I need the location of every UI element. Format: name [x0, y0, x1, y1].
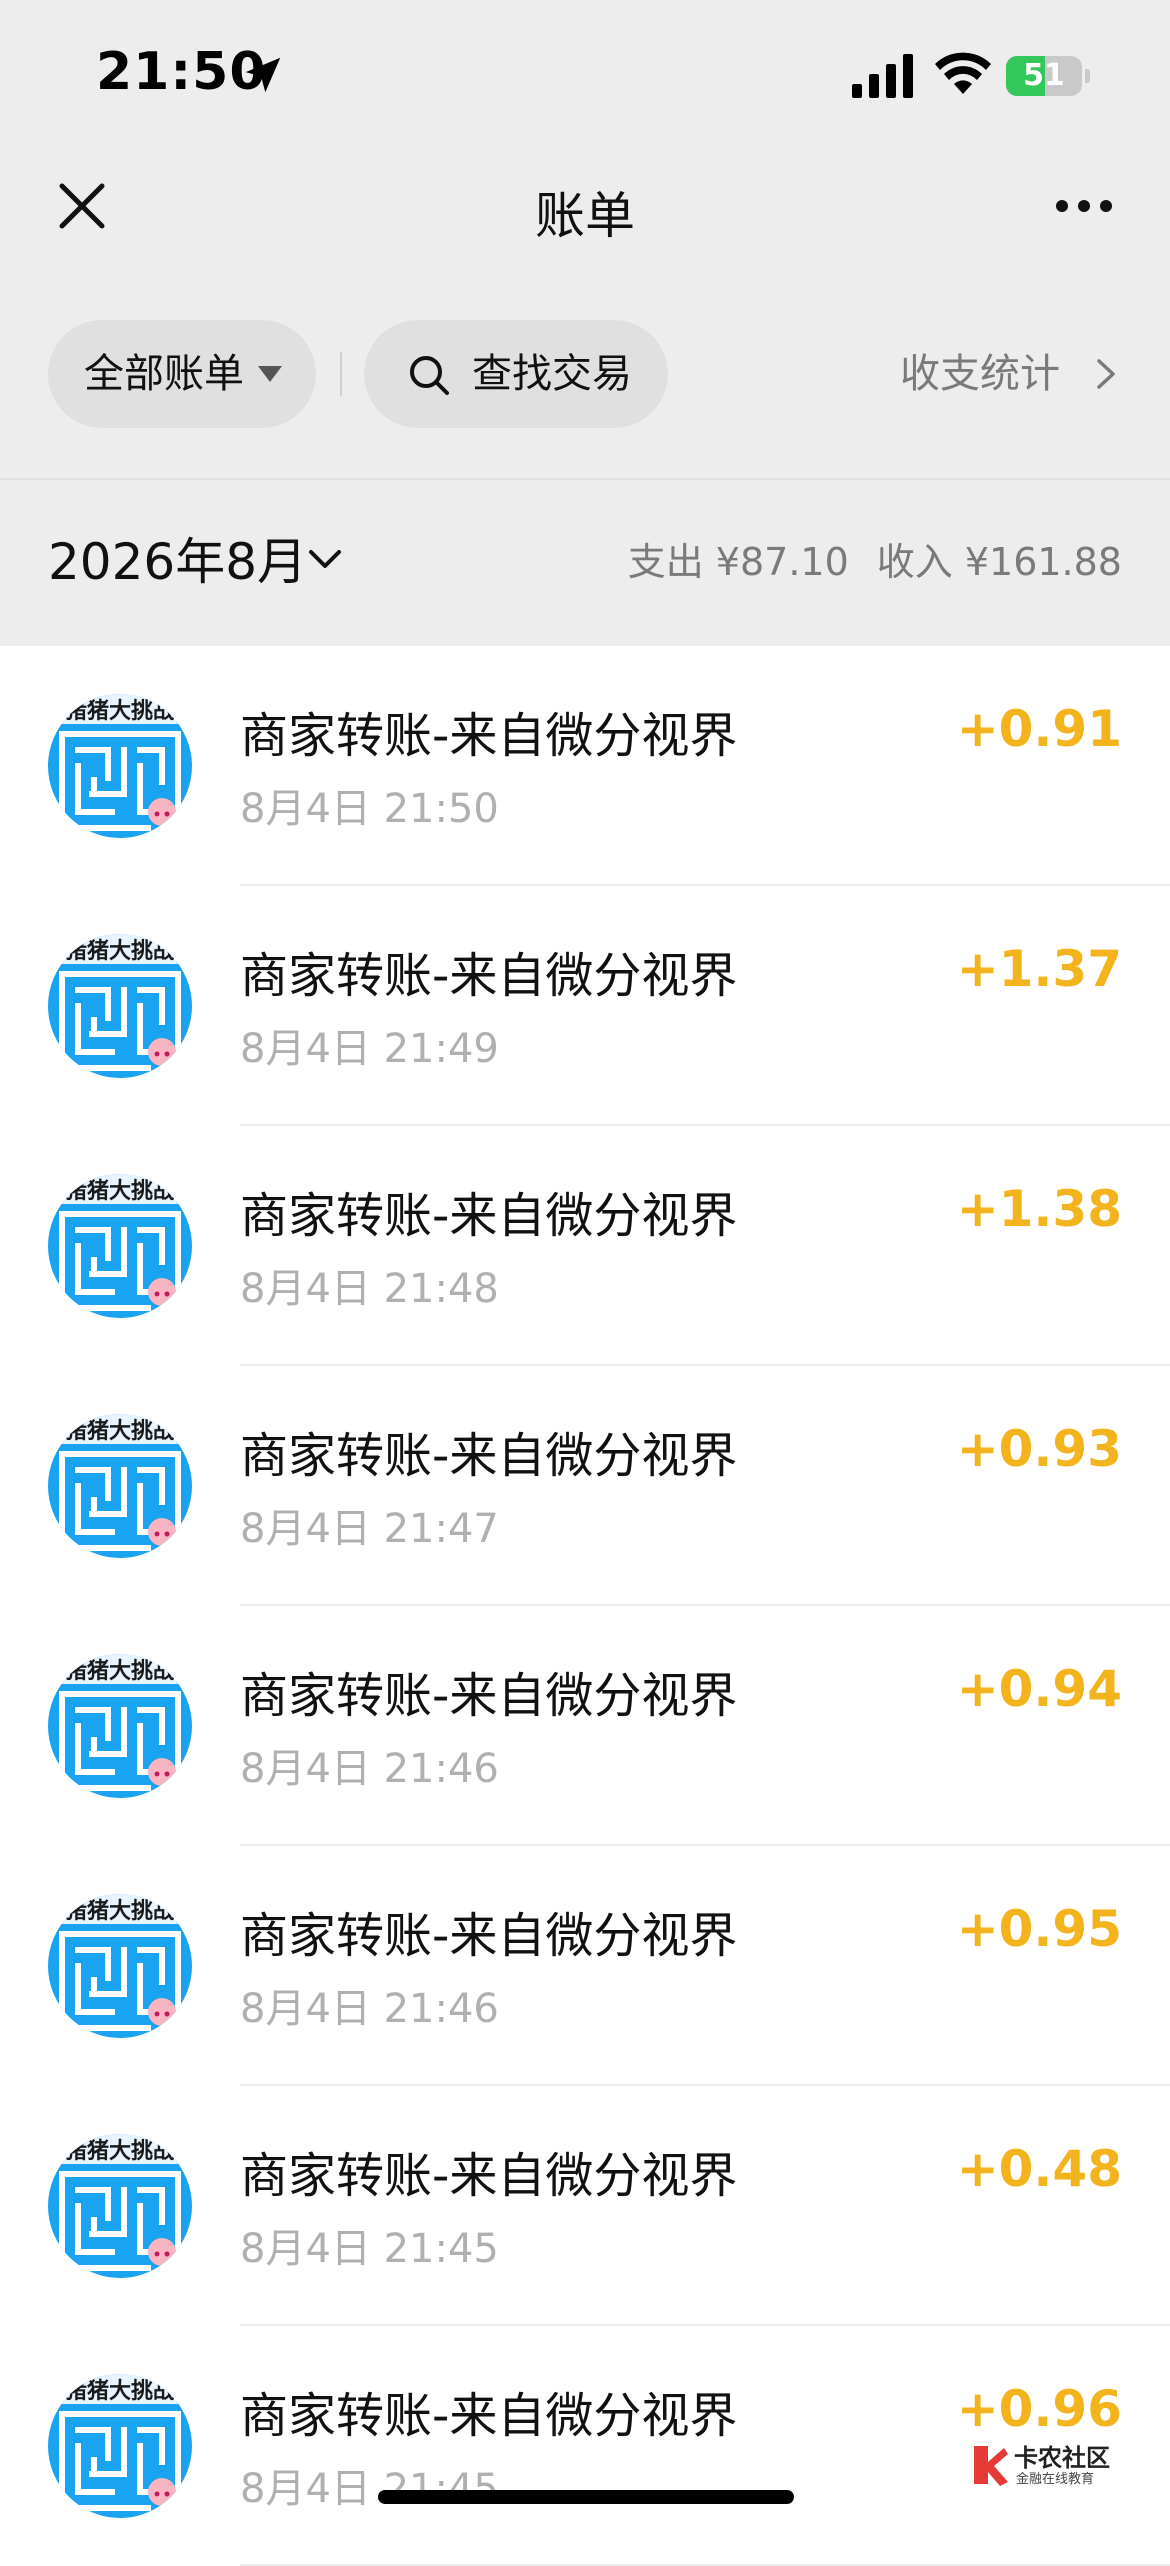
- merchant-avatar: 猪猪大挑战: [48, 2134, 192, 2278]
- merchant-avatar: 猪猪大挑战: [48, 1174, 192, 1318]
- transaction-title: 商家转账-来自微分视界: [240, 948, 738, 1004]
- transaction-row[interactable]: 猪猪大挑战 商家转账-来自微分视界 8月4日 21:49 +1.37: [0, 886, 1170, 1126]
- maze-logo-icon: 猪猪大挑战: [48, 694, 192, 838]
- maze-logo-icon: 猪猪大挑战: [48, 934, 192, 1078]
- transaction-amount: +0.94: [956, 1660, 1122, 1718]
- transaction-row[interactable]: 猪猪大挑战 商家转账-来自微分视界 8月4日 21:46 +0.95: [0, 1846, 1170, 2086]
- transaction-time: 8月4日 21:48: [240, 1266, 499, 1312]
- watermark: 卡农社区 金融在线教育: [970, 2438, 1120, 2492]
- transaction-title: 商家转账-来自微分视界: [240, 1908, 738, 1964]
- transaction-amount: +1.37: [956, 940, 1122, 998]
- transaction-time: 8月4日 21:49: [240, 1026, 499, 1072]
- search-transactions-button[interactable]: 查找交易: [364, 320, 668, 428]
- more-icon[interactable]: [1054, 194, 1114, 218]
- transaction-row[interactable]: 猪猪大挑战 商家转账-来自微分视界 8月4日 21:45 +0.48: [0, 2086, 1170, 2326]
- chevron-right-icon: [1097, 359, 1115, 389]
- avatar-logo-text: 猪猪大挑战: [65, 1178, 175, 1204]
- transaction-row[interactable]: 猪猪大挑战 商家转账-来自微分视界 8月4日 21:48 +1.38: [0, 1126, 1170, 1366]
- filter-divider: [340, 352, 342, 396]
- transaction-title: 商家转账-来自微分视界: [240, 1188, 738, 1244]
- merchant-avatar: 猪猪大挑战: [48, 1414, 192, 1558]
- transaction-row[interactable]: 猪猪大挑战 商家转账-来自微分视界 8月4日 21:50 +0.91: [0, 646, 1170, 886]
- battery-body: 51: [1006, 56, 1082, 96]
- transaction-title: 商家转账-来自微分视界: [240, 1668, 738, 1724]
- avatar-logo-text: 猪猪大挑战: [65, 2138, 175, 2164]
- transaction-title: 商家转账-来自微分视界: [240, 1428, 738, 1484]
- maze-logo-icon: 猪猪大挑战: [48, 1894, 192, 2038]
- merchant-avatar: 猪猪大挑战: [48, 1894, 192, 2038]
- transaction-title: 商家转账-来自微分视界: [240, 708, 738, 764]
- all-bills-label: 全部账单: [84, 351, 244, 397]
- maze-logo-icon: 猪猪大挑战: [48, 2134, 192, 2278]
- transaction-time: 8月4日 21:45: [240, 2466, 499, 2512]
- watermark-subtitle: 金融在线教育: [1016, 2472, 1095, 2487]
- transaction-time: 8月4日 21:45: [240, 2226, 499, 2272]
- search-icon: [410, 356, 449, 395]
- transaction-amount: +0.48: [956, 2140, 1122, 2198]
- home-indicator[interactable]: [378, 2490, 794, 2504]
- transaction-title: 商家转账-来自微分视界: [240, 2148, 738, 2204]
- merchant-avatar: 猪猪大挑战: [48, 934, 192, 1078]
- battery-percent: 51: [1023, 58, 1065, 93]
- transaction-list: 猪猪大挑战 商家转账-来自微分视界 8月4日 21:50 +0.91 猪猪大挑战…: [0, 646, 1170, 2566]
- month-expense: 支出 ¥87.10: [627, 540, 849, 584]
- search-transactions-label: 查找交易: [472, 351, 632, 397]
- wifi-icon: [935, 52, 991, 94]
- caret-down-icon: [258, 366, 282, 382]
- month-header: 2026年8月 支出 ¥87.10 收入 ¥161.88: [0, 478, 1170, 646]
- kanong-logo-icon: [974, 2446, 1008, 2486]
- transaction-title: 商家转账-来自微分视界: [240, 2388, 738, 2444]
- battery-cap: [1085, 69, 1090, 83]
- maze-logo-icon: 猪猪大挑战: [48, 1654, 192, 1798]
- page-title: 账单: [535, 187, 635, 245]
- all-bills-filter[interactable]: 全部账单: [48, 320, 316, 428]
- avatar-logo-text: 猪猪大挑战: [65, 698, 175, 724]
- battery-indicator: 51: [1006, 56, 1090, 96]
- month-selector[interactable]: 2026年8月: [48, 480, 307, 644]
- transaction-time: 8月4日 21:47: [240, 1506, 499, 1552]
- transaction-row[interactable]: 猪猪大挑战 商家转账-来自微分视界 8月4日 21:47 +0.93: [0, 1366, 1170, 1606]
- avatar-logo-text: 猪猪大挑战: [65, 1658, 175, 1684]
- merchant-avatar: 猪猪大挑战: [48, 2374, 192, 2518]
- avatar-logo-text: 猪猪大挑战: [65, 1418, 175, 1444]
- avatar-logo-text: 猪猪大挑战: [65, 2378, 175, 2404]
- merchant-avatar: 猪猪大挑战: [48, 694, 192, 838]
- avatar-logo-text: 猪猪大挑战: [65, 938, 175, 964]
- maze-logo-icon: 猪猪大挑战: [48, 1414, 192, 1558]
- transaction-time: 8月4日 21:50: [240, 786, 499, 832]
- avatar-logo-text: 猪猪大挑战: [65, 1898, 175, 1924]
- transaction-amount: +0.96: [956, 2380, 1122, 2438]
- income-expense-stats-link[interactable]: 收支统计: [900, 320, 1120, 428]
- transaction-amount: +0.91: [956, 700, 1122, 758]
- transaction-time: 8月4日 21:46: [240, 1986, 499, 2032]
- transaction-time: 8月4日 21:46: [240, 1746, 499, 1792]
- month-income: 收入 ¥161.88: [876, 540, 1122, 584]
- transaction-row[interactable]: 猪猪大挑战 商家转账-来自微分视界 8月4日 21:46 +0.94: [0, 1606, 1170, 1846]
- transaction-amount: +1.38: [956, 1180, 1122, 1238]
- month-summary: 支出 ¥87.10 收入 ¥161.88: [628, 480, 1122, 644]
- stats-label: 收支统计: [900, 351, 1060, 397]
- transaction-amount: +0.93: [956, 1420, 1122, 1478]
- location-arrow-icon: [245, 57, 281, 93]
- transaction-amount: +0.95: [956, 1900, 1122, 1958]
- cellular-signal-icon: [852, 54, 913, 98]
- maze-logo-icon: 猪猪大挑战: [48, 1174, 192, 1318]
- merchant-avatar: 猪猪大挑战: [48, 1654, 192, 1798]
- maze-logo-icon: 猪猪大挑战: [48, 2374, 192, 2518]
- chevron-down-icon[interactable]: [308, 548, 342, 572]
